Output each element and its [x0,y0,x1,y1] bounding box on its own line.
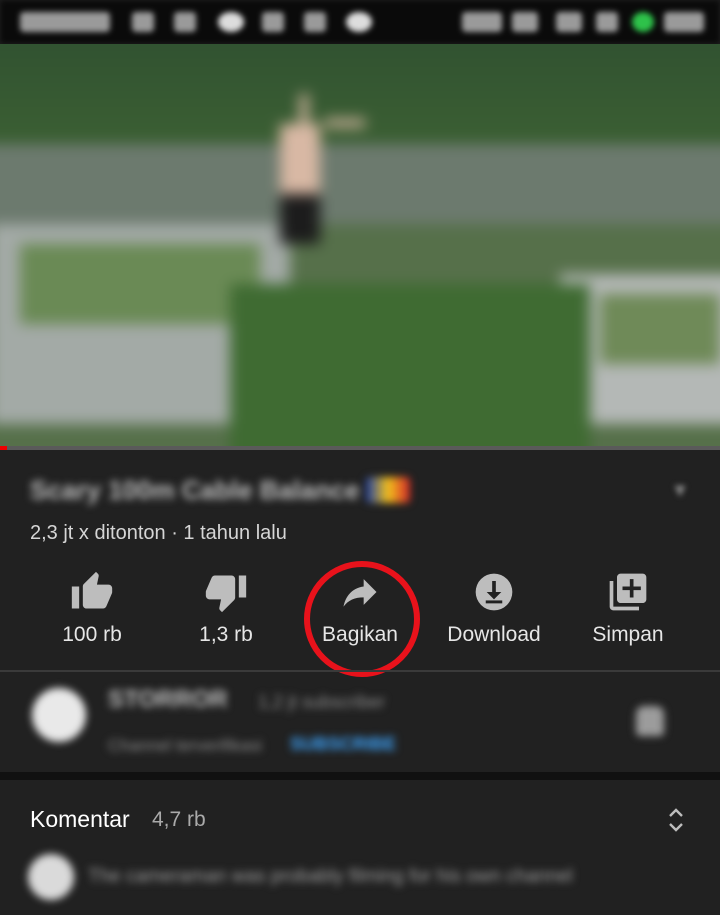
dislike-button[interactable]: 1,3 rb [161,562,291,662]
carrier-text [20,12,110,32]
battery-icon [632,12,654,32]
thumb-up-icon [71,571,113,609]
flag-emoji-icon [365,477,410,503]
channel-note: Channel terverifikasi [108,736,263,755]
signal-icon [596,12,618,32]
comment-preview[interactable]: The cameraman was probably filming for h… [0,850,720,910]
dislike-count: 1,3 rb [199,623,253,646]
download-icon [475,573,513,611]
video-player[interactable] [0,44,720,450]
signal-icon [462,12,502,32]
video-title-text: Scary 100m Cable Balance [30,474,360,505]
signal-icon [556,12,582,32]
notification-icon [346,12,372,32]
add-to-playlist-icon [609,573,647,611]
notification-icon [174,12,196,32]
subscriber-count: 1,2 jt subscriber [258,692,386,712]
channel-avatar[interactable] [32,688,86,742]
channel-row[interactable]: STORROR 1,2 jt subscriber Channel terver… [0,672,720,772]
comments-count: 4,7 rb [152,808,206,831]
comment-text: The cameraman was probably filming for h… [88,866,573,887]
notification-icon [262,12,284,32]
expand-collapse-icon[interactable] [664,804,688,836]
video-progress-fill [0,446,8,450]
video-title[interactable]: Scary 100m Cable Balance [30,474,425,506]
like-button[interactable]: 100 rb [27,562,157,662]
like-count: 100 rb [62,623,122,646]
expand-description-icon[interactable]: ▾ [666,476,694,504]
notification-icon [132,12,154,32]
comments-title[interactable]: Komentar [30,806,130,833]
share-highlight-circle [304,561,420,677]
download-label: Download [447,623,541,646]
video-frame [0,44,720,450]
save-button[interactable]: Simpan [563,562,693,662]
notification-icon [304,12,326,32]
thumb-down-icon [205,575,247,613]
wifi-icon [512,12,538,32]
save-label: Simpan [592,623,664,646]
commenter-avatar [28,854,74,900]
status-bar [0,0,720,44]
download-button[interactable]: Download [429,562,559,662]
bell-icon[interactable] [636,706,664,736]
section-separator [0,772,720,780]
notification-icon [218,12,244,32]
clock-text [664,12,704,32]
subscribe-button[interactable]: SUBSCRIBE [290,734,396,755]
video-progress-bar[interactable] [0,446,720,450]
video-meta: 2,3 jt x ditonton · 1 tahun lalu [30,522,287,544]
channel-name[interactable]: STORROR [108,686,228,714]
